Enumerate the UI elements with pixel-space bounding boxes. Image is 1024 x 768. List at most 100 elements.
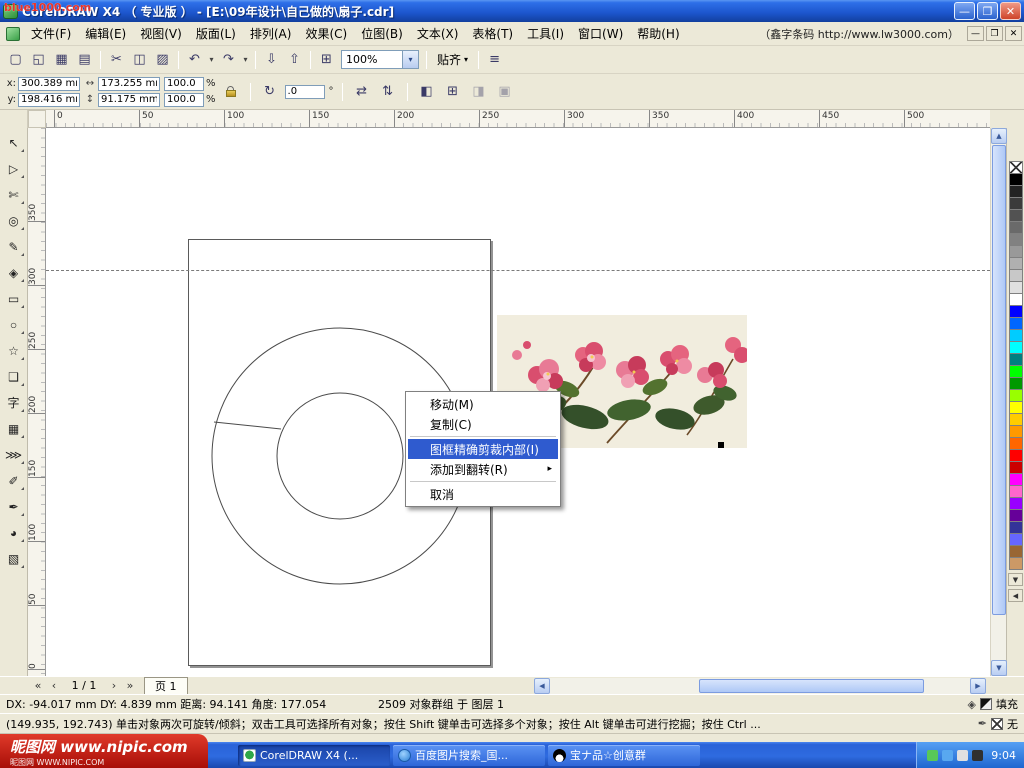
group-button[interactable]: ⊞: [442, 80, 464, 104]
menu-item[interactable]: 位图(B): [354, 22, 410, 45]
selection-handle[interactable]: [718, 442, 724, 448]
taskbar-button-browser[interactable]: 百度图片搜索_国...: [393, 745, 545, 766]
tray-icon-4[interactable]: [972, 750, 983, 761]
table-tool[interactable]: ▦: [2, 417, 26, 440]
horizontal-ruler[interactable]: 0 50 100 150 200 250 300 350 400 450 500: [46, 110, 990, 128]
vertical-ruler[interactable]: 350 300 250 200 150 100 50 0: [28, 128, 46, 676]
menu-item[interactable]: 表格(T): [465, 22, 520, 45]
restore-button[interactable]: ❐: [977, 2, 998, 20]
blend-tool[interactable]: ⋙: [2, 443, 26, 466]
new-button[interactable]: ▢: [4, 49, 27, 71]
menu-item[interactable]: 版面(L): [189, 22, 243, 45]
fill-tool[interactable]: ◕: [2, 521, 26, 544]
mdi-close-button[interactable]: ✕: [1005, 26, 1022, 41]
vertical-scrollbar[interactable]: ▲ ▼: [990, 128, 1006, 676]
menu-item[interactable]: 效果(C): [298, 22, 354, 45]
object-width-field[interactable]: [98, 77, 160, 91]
copy-button[interactable]: ◫: [128, 49, 151, 71]
previous-page-button[interactable]: ‹: [46, 678, 62, 694]
print-button[interactable]: ▤: [73, 49, 96, 71]
next-page-button[interactable]: ›: [106, 678, 122, 694]
menu-item[interactable]: 帮助(H): [630, 22, 686, 45]
zoom-tool[interactable]: ◎: [2, 209, 26, 232]
ungroup-button[interactable]: ◨: [468, 80, 490, 104]
mdi-restore-button[interactable]: ❐: [986, 26, 1003, 41]
polygon-tool[interactable]: ☆: [2, 339, 26, 362]
tray-icon-2[interactable]: [942, 750, 953, 761]
freehand-tool[interactable]: ✎: [2, 235, 26, 258]
scroll-up-button[interactable]: ▲: [991, 128, 1007, 144]
mdi-minimize-button[interactable]: —: [967, 26, 984, 41]
menu-item-copy[interactable]: 复制(C): [408, 414, 558, 434]
close-button[interactable]: ✕: [1000, 2, 1021, 20]
scroll-down-button[interactable]: ▼: [991, 660, 1007, 676]
menu-item[interactable]: 文件(F): [24, 22, 78, 45]
tray-icon-3[interactable]: [957, 750, 968, 761]
horizontal-scrollbar[interactable]: ◀ ▶: [534, 678, 986, 694]
vertical-scroll-thumb[interactable]: [992, 145, 1006, 615]
horizontal-scroll-thumb[interactable]: [699, 679, 924, 693]
scroll-left-button[interactable]: ◀: [534, 678, 550, 694]
redo-dropdown[interactable]: ▾: [240, 49, 251, 71]
x-position-field[interactable]: [18, 77, 80, 91]
open-button[interactable]: ◱: [27, 49, 50, 71]
lock-ratio-button[interactable]: [220, 80, 242, 104]
menu-item[interactable]: 文本(X): [410, 22, 466, 45]
color-swatch[interactable]: [1009, 557, 1023, 570]
rectangle-tool[interactable]: ▭: [2, 287, 26, 310]
crop-tool[interactable]: ✄: [2, 183, 26, 206]
palette-scroll-down-button[interactable]: ▼: [1008, 573, 1023, 586]
minimize-button[interactable]: —: [954, 2, 975, 20]
text-tool[interactable]: 字: [2, 391, 26, 414]
rotation-angle-field[interactable]: [285, 85, 325, 99]
combine-button[interactable]: ◧: [416, 80, 438, 104]
mirror-vertical-button[interactable]: ⇅: [377, 80, 399, 104]
interactive-fill-tool[interactable]: ▧: [2, 547, 26, 570]
rotate-button[interactable]: ↻: [259, 80, 281, 104]
menu-item[interactable]: 视图(V): [133, 22, 189, 45]
mirror-horizontal-button[interactable]: ⇄: [351, 80, 373, 104]
last-page-button[interactable]: »: [122, 678, 138, 694]
menu-item-powerclip-inside[interactable]: 图框精确剪裁内部(I): [408, 439, 558, 459]
weld-button[interactable]: ▣: [494, 80, 516, 104]
menu-item[interactable]: 窗口(W): [571, 22, 630, 45]
paste-button[interactable]: ▨: [151, 49, 174, 71]
palette-flyout-button[interactable]: ◀: [1008, 589, 1023, 602]
pick-tool[interactable]: ↖: [2, 131, 26, 154]
menu-item[interactable]: 工具(I): [520, 22, 571, 45]
taskbar-button-coreldraw[interactable]: CorelDRAW X4 (...: [238, 745, 390, 766]
page-tab[interactable]: 页 1: [144, 677, 188, 694]
outline-pen-tool[interactable]: ✒: [2, 495, 26, 518]
import-button[interactable]: ⇩: [260, 49, 283, 71]
redo-button[interactable]: ↷: [217, 49, 240, 71]
shape-tool[interactable]: ▷: [2, 157, 26, 180]
menu-item-cancel[interactable]: 取消: [408, 484, 558, 504]
scroll-right-button[interactable]: ▶: [970, 678, 986, 694]
zoom-level-combo[interactable]: 100% ▾: [341, 50, 419, 69]
undo-dropdown[interactable]: ▾: [206, 49, 217, 71]
save-button[interactable]: ▦: [50, 49, 73, 71]
undo-button[interactable]: ↶: [183, 49, 206, 71]
menu-item[interactable]: 排列(A): [243, 22, 299, 45]
first-page-button[interactable]: «: [30, 678, 46, 694]
eyedropper-tool[interactable]: ✐: [2, 469, 26, 492]
taskbar-button-qq[interactable]: 宝ナ品☆创意群: [548, 745, 700, 766]
cut-button[interactable]: ✂: [105, 49, 128, 71]
scale-y-field[interactable]: [164, 93, 204, 107]
options-button[interactable]: ≡: [483, 49, 506, 71]
y-position-field[interactable]: [18, 93, 80, 107]
basic-shapes-tool[interactable]: ❑: [2, 365, 26, 388]
snap-dropdown[interactable]: 贴齐 ▾: [431, 48, 474, 71]
menu-item-add-rollover[interactable]: 添加到翻转(R) ▸: [408, 459, 558, 479]
export-button[interactable]: ⇧: [283, 49, 306, 71]
chevron-down-icon[interactable]: ▾: [402, 51, 418, 68]
scale-x-field[interactable]: [164, 77, 204, 91]
smart-fill-tool[interactable]: ◈: [2, 261, 26, 284]
ellipse-tool[interactable]: ○: [2, 313, 26, 336]
ruler-origin[interactable]: [28, 110, 46, 128]
drawing-canvas[interactable]: 移动(M) 复制(C) 图框精确剪裁内部(I) 添加到翻转(R) ▸ 取消: [46, 128, 990, 676]
menu-item-move[interactable]: 移动(M): [408, 394, 558, 414]
app-launcher-button[interactable]: ⊞: [315, 49, 338, 71]
object-height-field[interactable]: [98, 93, 160, 107]
tray-icon-1[interactable]: [927, 750, 938, 761]
